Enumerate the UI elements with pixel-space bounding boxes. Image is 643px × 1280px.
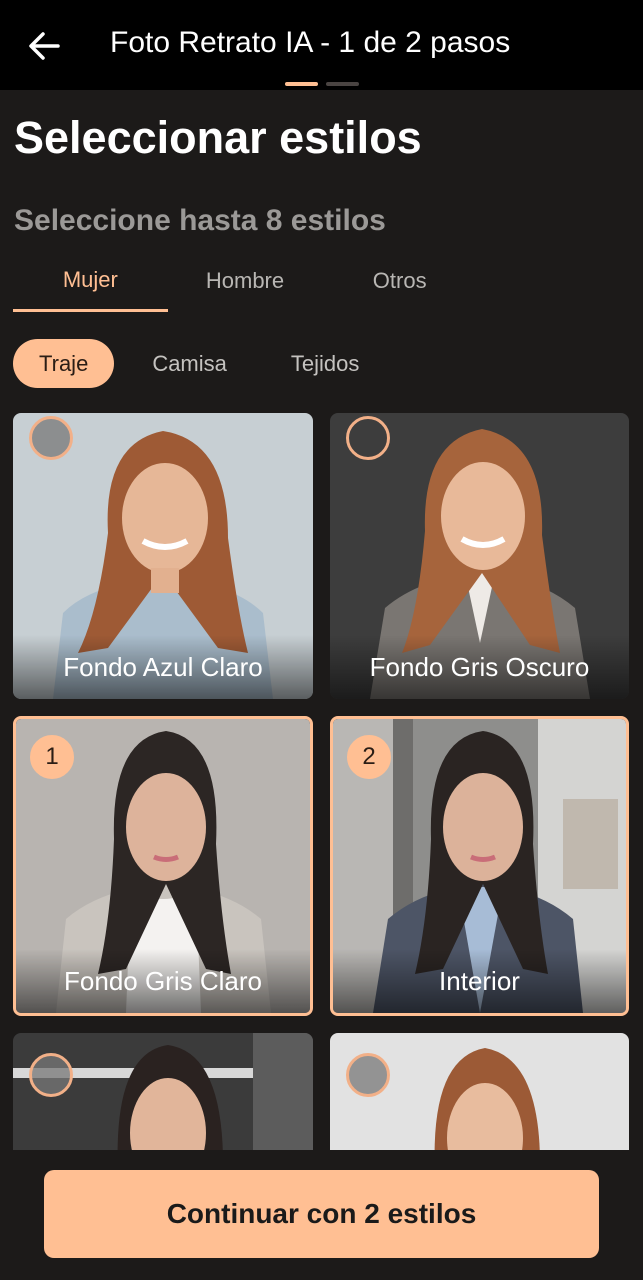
chip-camisa[interactable]: Camisa <box>126 339 253 388</box>
style-card-interior[interactable]: 2 Interior <box>330 716 629 1016</box>
step-1-indicator <box>285 82 318 86</box>
selection-circle[interactable] <box>29 416 73 460</box>
chip-traje[interactable]: Traje <box>13 339 115 388</box>
selection-circle[interactable] <box>346 416 390 460</box>
selection-order-badge[interactable]: 2 <box>347 735 391 779</box>
step-indicator <box>285 82 359 86</box>
tab-hombre[interactable]: Hombre <box>168 250 323 312</box>
tab-otros[interactable]: Otros <box>322 250 477 312</box>
style-selection-screen: Foto Retrato IA - 1 de 2 pasos Seleccion… <box>0 0 643 1280</box>
style-label: Fondo Gris Claro <box>16 949 310 1013</box>
gender-tabs: Mujer Hombre Otros <box>13 250 477 314</box>
back-button[interactable] <box>22 24 66 68</box>
continue-button[interactable]: Continuar con 2 estilos <box>44 1170 599 1258</box>
top-bar: Foto Retrato IA - 1 de 2 pasos <box>0 0 643 90</box>
header-title: Foto Retrato IA - 1 de 2 pasos <box>110 26 511 59</box>
selection-circle[interactable] <box>346 1053 390 1097</box>
style-label: Fondo Azul Claro <box>13 635 313 699</box>
arrow-left-icon <box>29 32 60 60</box>
style-card-fondo-gris-oscuro[interactable]: Fondo Gris Oscuro <box>330 413 629 699</box>
style-card-fondo-azul-claro[interactable]: Fondo Azul Claro <box>13 413 313 699</box>
tab-mujer[interactable]: Mujer <box>13 250 168 312</box>
page-title: Seleccionar estilos <box>14 112 422 163</box>
selection-circle[interactable] <box>29 1053 73 1097</box>
style-card-fondo-gris-claro[interactable]: 1 Fondo Gris Claro <box>13 716 313 1016</box>
selection-order-badge[interactable]: 1 <box>30 735 74 779</box>
page-subtitle: Seleccione hasta 8 estilos <box>14 204 386 237</box>
style-label: Interior <box>333 949 626 1013</box>
chip-tejidos[interactable]: Tejidos <box>265 339 385 388</box>
style-category-chips: Traje Camisa Tejidos <box>13 339 385 388</box>
style-label: Fondo Gris Oscuro <box>330 635 629 699</box>
step-2-indicator <box>326 82 359 86</box>
